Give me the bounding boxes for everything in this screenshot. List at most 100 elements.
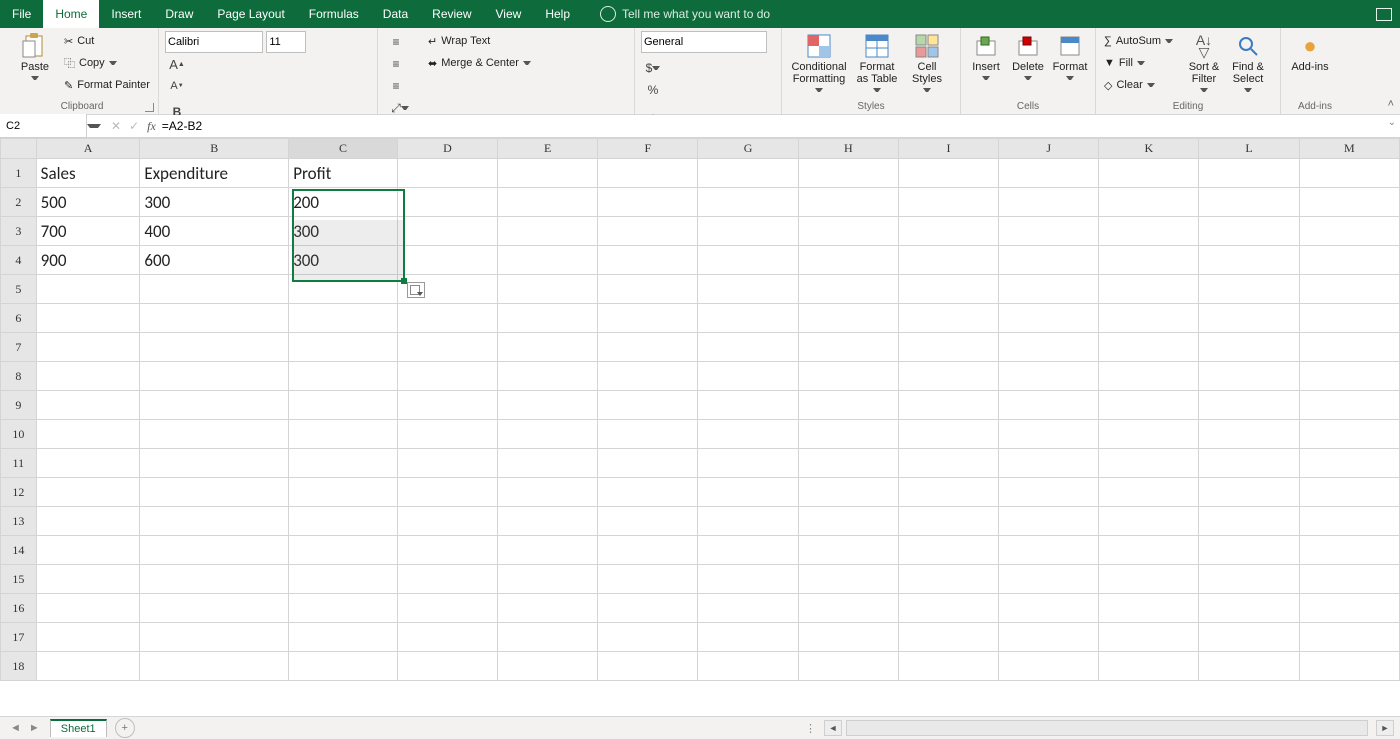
cell[interactable] (898, 536, 998, 565)
cell[interactable] (598, 594, 698, 623)
cell[interactable] (498, 275, 598, 304)
cell[interactable] (1199, 536, 1299, 565)
hscroll-right-button[interactable]: ► (1376, 720, 1394, 736)
cell[interactable] (1199, 362, 1299, 391)
tab-nav-prev[interactable]: ◄ (10, 722, 21, 734)
row-header[interactable]: 6 (1, 304, 37, 333)
cell[interactable] (698, 333, 798, 362)
cell[interactable] (1299, 478, 1399, 507)
cell[interactable] (999, 594, 1099, 623)
increase-font-button[interactable]: A▲ (165, 53, 189, 75)
cell[interactable] (999, 652, 1099, 681)
row-header[interactable]: 14 (1, 536, 37, 565)
cell[interactable] (898, 391, 998, 420)
cell[interactable] (598, 507, 698, 536)
cell[interactable] (999, 536, 1099, 565)
cell[interactable] (698, 188, 798, 217)
column-header[interactable]: L (1199, 139, 1299, 159)
cell[interactable] (140, 333, 289, 362)
cell[interactable] (999, 623, 1099, 652)
align-bottom-button[interactable]: ≡ (384, 75, 408, 97)
cell[interactable] (289, 507, 398, 536)
row-header[interactable]: 18 (1, 652, 37, 681)
cell[interactable] (289, 652, 398, 681)
cell[interactable] (1099, 507, 1199, 536)
clear-button[interactable]: ◇Clear (1102, 75, 1180, 95)
cell[interactable] (1299, 246, 1399, 275)
cell[interactable] (289, 420, 398, 449)
cell[interactable] (397, 652, 497, 681)
cell[interactable] (289, 304, 398, 333)
column-header[interactable]: F (598, 139, 698, 159)
cell[interactable] (798, 652, 898, 681)
cell[interactable]: Expenditure (140, 159, 289, 188)
cell[interactable] (999, 362, 1099, 391)
cell[interactable]: 500 (36, 188, 140, 217)
cell[interactable] (397, 362, 497, 391)
cell[interactable] (1099, 304, 1199, 333)
row-header[interactable]: 13 (1, 507, 37, 536)
cell[interactable] (1299, 333, 1399, 362)
cell[interactable] (140, 652, 289, 681)
cell[interactable] (498, 362, 598, 391)
cell[interactable] (397, 420, 497, 449)
cell[interactable] (140, 594, 289, 623)
cell[interactable] (1099, 188, 1199, 217)
cell[interactable] (498, 536, 598, 565)
cell[interactable] (798, 594, 898, 623)
cell[interactable] (498, 623, 598, 652)
cell[interactable] (898, 594, 998, 623)
cell[interactable] (1299, 594, 1399, 623)
cell[interactable] (999, 391, 1099, 420)
cell[interactable] (1299, 362, 1399, 391)
cell[interactable] (598, 565, 698, 594)
cell[interactable] (598, 652, 698, 681)
cell[interactable] (498, 594, 598, 623)
cell[interactable] (598, 304, 698, 333)
row-header[interactable]: 3 (1, 217, 37, 246)
cell[interactable] (1299, 507, 1399, 536)
cell[interactable] (898, 565, 998, 594)
cell[interactable]: 300 (289, 246, 398, 275)
cell[interactable] (289, 391, 398, 420)
cell[interactable] (36, 391, 140, 420)
merge-center-button[interactable]: ⬌Merge & Center (426, 53, 533, 73)
tab-home[interactable]: Home (43, 0, 99, 28)
cell[interactable] (1299, 275, 1399, 304)
cell[interactable] (999, 507, 1099, 536)
cell[interactable] (1099, 652, 1199, 681)
cell[interactable] (36, 275, 140, 304)
cell[interactable] (1099, 333, 1199, 362)
cell[interactable] (898, 217, 998, 246)
cell[interactable] (1099, 420, 1199, 449)
cell[interactable] (289, 333, 398, 362)
new-sheet-button[interactable]: + (115, 718, 135, 738)
cell[interactable] (1099, 449, 1199, 478)
cell[interactable] (598, 623, 698, 652)
cell[interactable] (999, 188, 1099, 217)
cell[interactable] (1099, 536, 1199, 565)
cell[interactable] (397, 217, 497, 246)
cell[interactable] (698, 362, 798, 391)
row-header[interactable]: 1 (1, 159, 37, 188)
cell[interactable] (289, 275, 398, 304)
hscroll-left-button[interactable]: ◄ (824, 720, 842, 736)
cell[interactable] (1199, 304, 1299, 333)
cell[interactable] (1199, 623, 1299, 652)
cell[interactable] (1299, 565, 1399, 594)
cell[interactable] (1199, 507, 1299, 536)
cell[interactable] (289, 623, 398, 652)
format-as-table-button[interactable]: Format as Table (854, 31, 900, 94)
cell[interactable] (698, 623, 798, 652)
cell[interactable] (999, 449, 1099, 478)
cell[interactable]: 600 (140, 246, 289, 275)
tab-nav-next[interactable]: ► (29, 722, 40, 734)
copy-button[interactable]: ⿻Copy (62, 53, 152, 73)
cell[interactable] (698, 159, 798, 188)
column-header[interactable]: B (140, 139, 289, 159)
cell[interactable] (397, 623, 497, 652)
column-header[interactable]: H (798, 139, 898, 159)
cell[interactable] (498, 420, 598, 449)
cell[interactable] (397, 246, 497, 275)
worksheet-grid[interactable]: ABCDEFGHIJKLM1SalesExpenditureProfit2500… (0, 138, 1400, 698)
